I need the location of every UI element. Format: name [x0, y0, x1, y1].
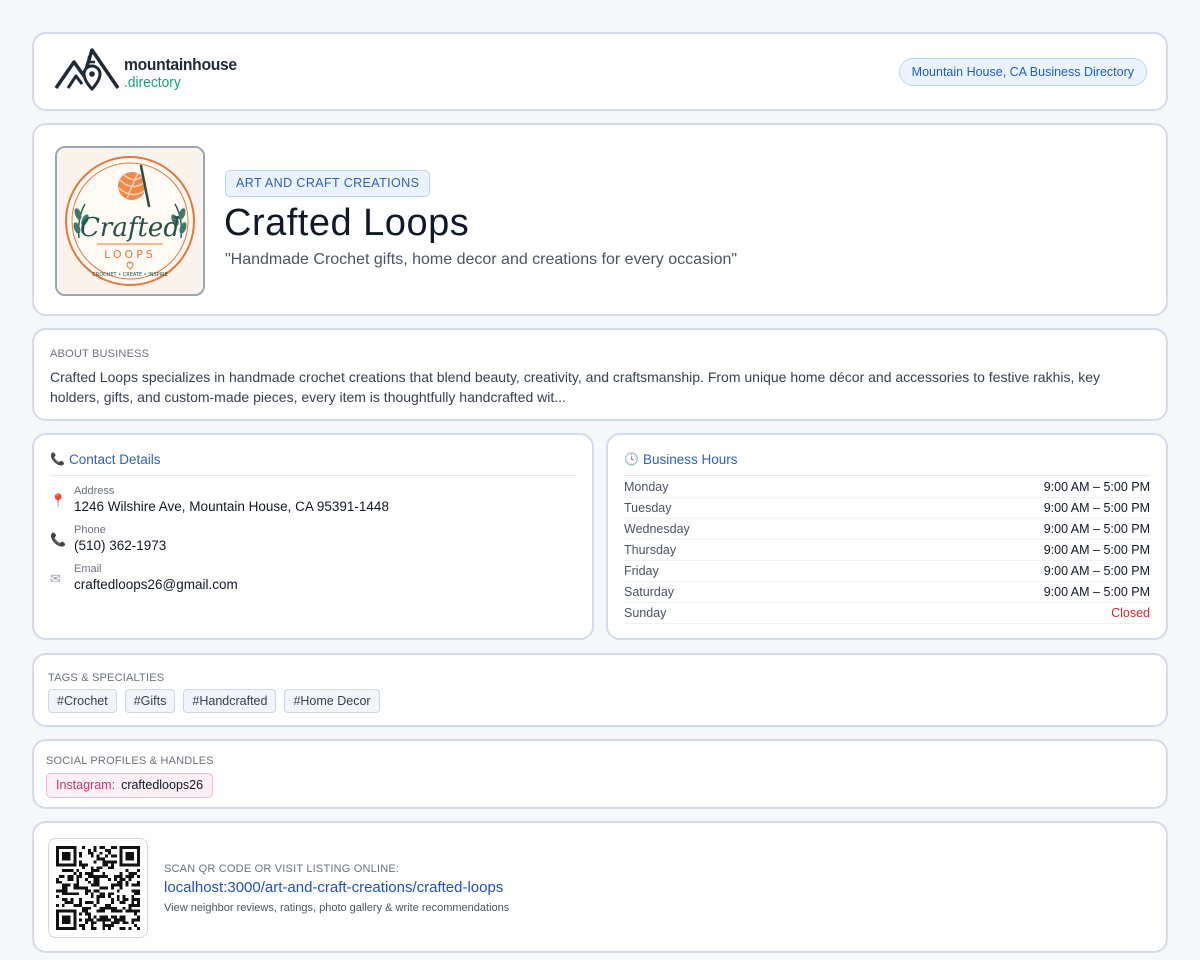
tag-chip[interactable]: #Crochet — [48, 689, 117, 713]
mountain-pin-icon — [54, 48, 120, 92]
clock-icon: 🕓 — [624, 452, 639, 466]
hours-day: Tuesday — [624, 501, 672, 515]
address-row: 📍 Address 1246 Wilshire Ave, Mountain Ho… — [50, 485, 389, 514]
phone-icon: 📞 — [50, 452, 65, 466]
address-label: Address — [74, 485, 115, 497]
phone-icon: 📞 — [50, 532, 67, 547]
about-text: Crafted Loops specializes in handmade cr… — [50, 369, 1101, 405]
site-header: mountainhouse .directory Mountain House,… — [32, 32, 1168, 111]
category-badge[interactable]: ART AND CRAFT CREATIONS — [225, 170, 431, 197]
instagram-chip[interactable]: Instagram: craftedloops26 — [46, 773, 214, 798]
directory-badge[interactable]: Mountain House, CA Business Directory — [898, 58, 1147, 86]
hours-day: Sunday — [624, 606, 667, 620]
tag-chip[interactable]: #Handcrafted — [183, 689, 277, 713]
hours-time: 9:00 AM – 5:00 PM — [1043, 585, 1150, 599]
logo-domain: .directory — [124, 74, 181, 91]
business-name: Crafted Loops — [224, 202, 470, 244]
hours-time: 9:00 AM – 5:00 PM — [1043, 501, 1150, 515]
qr-section: SCAN QR CODE OR VISIT LISTING ONLINE: lo… — [32, 821, 1168, 953]
instagram-platform: Instagram: — [56, 778, 116, 792]
envelope-icon: ✉ — [50, 571, 61, 586]
hours-time: 9:00 AM – 5:00 PM — [1043, 480, 1150, 494]
hours-title: 🕓 Business Hours — [624, 452, 1150, 476]
business-tagline: "Handmade Crochet gifts, home decor and … — [225, 251, 738, 268]
instagram-handle: craftedloops26 — [121, 778, 204, 792]
hours-row: Friday 9:00 AM – 5:00 PM — [624, 561, 1150, 582]
hours-time: 9:00 AM – 5:00 PM — [1043, 543, 1150, 557]
contact-title-text: Contact Details — [68, 452, 161, 467]
email-label: Email — [74, 563, 102, 575]
svg-text:CROCHET • CREATE • INSPIRE: CROCHET • CREATE • INSPIRE — [92, 272, 168, 278]
hours-title-text: Business Hours — [642, 452, 738, 467]
business-logo: Crafted LOOPS CROCHET • CREATE • INSPIRE — [55, 146, 205, 296]
social-label: SOCIAL PROFILES & HANDLES — [46, 755, 214, 767]
svg-text:LOOPS: LOOPS — [104, 248, 156, 261]
tags-section: TAGS & SPECIALTIES #Crochet #Gifts #Hand… — [32, 653, 1168, 727]
social-section: SOCIAL PROFILES & HANDLES Instagram: craf… — [32, 739, 1168, 809]
hours-day: Monday — [624, 480, 669, 494]
business-hours-panel: 🕓 Business Hours Monday 9:00 AM – 5:00 PM… — [606, 433, 1168, 640]
phone-value[interactable]: (510) 362-1973 — [74, 538, 166, 553]
about-label: ABOUT BUSINESS — [50, 348, 150, 360]
hours-row: Saturday 9:00 AM – 5:00 PM — [624, 582, 1150, 603]
qr-code-icon — [56, 846, 140, 930]
hours-row: Sunday Closed — [624, 603, 1150, 624]
hours-day: Friday — [624, 564, 659, 578]
qr-modules — [56, 846, 140, 930]
phone-label: Phone — [74, 524, 106, 536]
hours-time: 9:00 AM – 5:00 PM — [1043, 522, 1150, 536]
phone-row: 📞 Phone (510) 362-1973 — [50, 524, 166, 553]
email-row: ✉ Email craftedloops26@gmail.com — [50, 563, 238, 592]
qr-code — [48, 838, 148, 938]
about-section: ABOUT BUSINESS Crafted Loops specializes… — [32, 328, 1168, 421]
email-value[interactable]: craftedloops26@gmail.com — [74, 577, 238, 592]
crafted-loops-logo-image: Crafted LOOPS CROCHET • CREATE • INSPIRE — [57, 148, 203, 294]
logo-wordmark: mountainhouse — [124, 55, 237, 74]
hours-day: Saturday — [624, 585, 675, 599]
tag-list: #Crochet #Gifts #Handcrafted #Home Decor — [48, 689, 380, 713]
hours-time: 9:00 AM – 5:00 PM — [1043, 564, 1150, 578]
hours-row: Thursday 9:00 AM – 5:00 PM — [624, 540, 1150, 561]
hours-day: Thursday — [624, 543, 677, 557]
tag-chip[interactable]: #Gifts — [124, 689, 176, 713]
hours-row: Tuesday 9:00 AM – 5:00 PM — [624, 498, 1150, 519]
qr-subtext: View neighbor reviews, ratings, photo ga… — [164, 902, 510, 914]
listing-link[interactable]: localhost:3000/art-and-craft-creations/c… — [164, 879, 503, 896]
hours-row: Wednesday 9:00 AM – 5:00 PM — [624, 519, 1150, 540]
map-pin-icon: 📍 — [50, 493, 67, 508]
qr-label: SCAN QR CODE OR VISIT LISTING ONLINE: — [164, 863, 400, 875]
tags-label: TAGS & SPECIALTIES — [48, 672, 165, 684]
contact-details-panel: 📞 Contact Details 📍 Address 1246 Wilshir… — [32, 433, 594, 640]
hours-day: Wednesday — [624, 522, 690, 536]
hours-row: Monday 9:00 AM – 5:00 PM — [624, 477, 1150, 498]
address-value: 1246 Wilshire Ave, Mountain House, CA 95… — [74, 499, 389, 514]
contact-title: 📞 Contact Details — [50, 452, 576, 476]
tag-chip[interactable]: #Home Decor — [284, 689, 380, 713]
svg-text:Crafted: Crafted — [80, 213, 180, 243]
site-logo[interactable]: mountainhouse .directory — [54, 46, 247, 100]
business-hero: Crafted LOOPS CROCHET • CREATE • INSPIRE… — [32, 123, 1168, 316]
hours-closed: Closed — [1111, 606, 1150, 620]
